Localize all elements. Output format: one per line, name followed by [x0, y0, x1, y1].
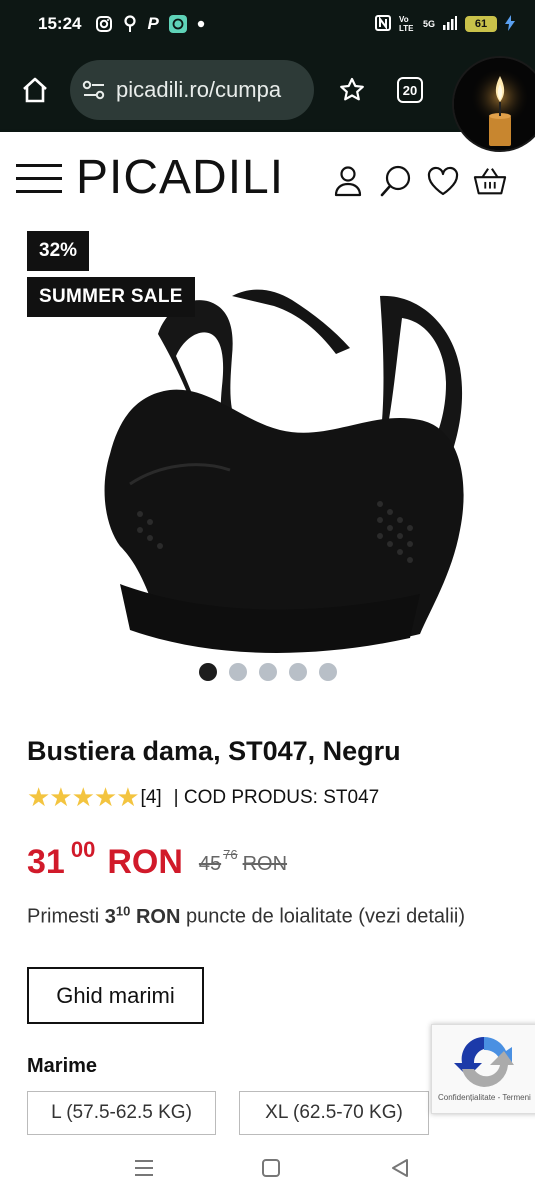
old-price-currency: RON [242, 853, 288, 875]
home-nav-button[interactable] [259, 1157, 283, 1179]
nfc-icon [374, 14, 391, 34]
size-option-l[interactable]: L (57.5-62.5 KG) [27, 1091, 216, 1135]
menu-line [16, 177, 62, 180]
candle-avatar[interactable] [454, 58, 535, 150]
gallery-dot-1[interactable] [199, 663, 217, 681]
recent-apps-button[interactable] [132, 1157, 156, 1179]
menu-lines-icon [135, 1160, 153, 1176]
gallery-dot-4[interactable] [289, 663, 307, 681]
loyalty-suffix: puncte de loialitate (vezi detalii) [180, 905, 465, 928]
cart-button[interactable] [473, 164, 507, 198]
old-price-integer: 45 [198, 853, 222, 875]
search-button[interactable] [379, 164, 413, 198]
price-integer: 31 [27, 843, 65, 881]
network-label: 5G [422, 19, 435, 29]
heart-icon [427, 166, 459, 196]
recaptcha-icon [454, 1036, 514, 1088]
user-icon [334, 166, 362, 197]
wishlist-button[interactable] [426, 164, 460, 198]
size-option-xl[interactable]: XL (62.5-70 KG) [239, 1091, 429, 1135]
status-time: 15:24 [38, 14, 82, 33]
sale-badge: SUMMER SALE [27, 277, 195, 317]
price-decimals: 00 [70, 837, 96, 862]
address-bar[interactable]: picadili.ro/cumpa [70, 60, 314, 120]
product-gallery[interactable]: 32% SUMMER SALE [0, 226, 535, 696]
size-label: Marime [27, 1055, 98, 1077]
gallery-pagination [199, 663, 337, 681]
square-icon [262, 1159, 280, 1177]
screen: 15:24 P Vo LTE 5G 61 picadili.ro/cumpa 2… [0, 0, 535, 1200]
gallery-dot-5[interactable] [319, 663, 337, 681]
site-settings-icon[interactable] [82, 80, 106, 100]
site-header: PICADILI [0, 132, 535, 226]
volte-label: Vo LTE [398, 15, 414, 33]
loyalty-amount: 310 RON [104, 903, 181, 928]
tab-count: 20 [397, 77, 423, 103]
back-nav-button[interactable] [388, 1157, 412, 1179]
tab-switcher-button[interactable]: 20 [390, 48, 430, 132]
site-logo[interactable]: PICADILI [76, 150, 284, 205]
location-pin-icon [123, 15, 137, 33]
product-code: | COD PRODUS: ST047 [173, 786, 380, 808]
price-row: 31 00 RON 45 76 RON [27, 836, 287, 892]
discount-badge: 32% [27, 231, 90, 271]
status-bar: 15:24 P Vo LTE 5G 61 [0, 0, 535, 48]
review-count[interactable]: [4] [141, 787, 162, 809]
old-price-decimals: 76 [223, 847, 238, 862]
basket-icon [473, 168, 507, 195]
home-button[interactable] [0, 48, 70, 132]
chat-app-icon [168, 15, 187, 33]
rating-row: ★★★★★ [4] | COD PRODUS: ST047 [27, 782, 379, 813]
battery-indicator: 61 [465, 16, 497, 32]
loyalty-currency: RON [130, 905, 181, 928]
menu-line [16, 190, 62, 193]
menu-line [16, 164, 62, 167]
candle-icon [454, 58, 535, 150]
gallery-dot-2[interactable] [229, 663, 247, 681]
account-button[interactable] [331, 164, 365, 198]
search-icon [380, 165, 411, 197]
gallery-dot-3[interactable] [259, 663, 277, 681]
loyalty-decimals: 10 [115, 903, 131, 918]
url-text: picadili.ro/cumpa [116, 77, 282, 102]
home-icon [23, 77, 47, 103]
notification-dot-icon [197, 20, 205, 28]
old-price: 45 76 RON [199, 836, 287, 892]
menu-button[interactable] [16, 164, 62, 194]
loyalty-points[interactable]: Primesti 310 RON puncte de loialitate (v… [27, 896, 507, 932]
recaptcha-footer[interactable]: Confidențialitate - Termeni [438, 1093, 531, 1102]
charging-icon [505, 14, 515, 34]
price-currency: RON [107, 843, 183, 881]
size-guide-button[interactable]: Ghid marimi [27, 967, 204, 1024]
bookmark-button[interactable] [314, 48, 390, 132]
rating-stars[interactable]: ★★★★★ [27, 782, 140, 813]
system-nav-bar [0, 1135, 535, 1200]
product-title: Bustiera dama, ST047, Negru [27, 736, 401, 766]
back-triangle-icon [392, 1159, 408, 1177]
signal-icon [443, 15, 457, 33]
instagram-icon [95, 15, 113, 33]
status-right: Vo LTE 5G 61 [374, 14, 515, 34]
paypal-icon: P [147, 14, 159, 33]
loyalty-prefix: Primesti [27, 905, 105, 928]
browser-toolbar: picadili.ro/cumpa 20 [0, 48, 535, 132]
loyalty-integer: 3 [104, 905, 116, 928]
star-outline-icon [340, 77, 364, 101]
recaptcha-badge[interactable]: Confidențialitate - Termeni [431, 1024, 535, 1114]
product-image[interactable] [80, 284, 480, 662]
